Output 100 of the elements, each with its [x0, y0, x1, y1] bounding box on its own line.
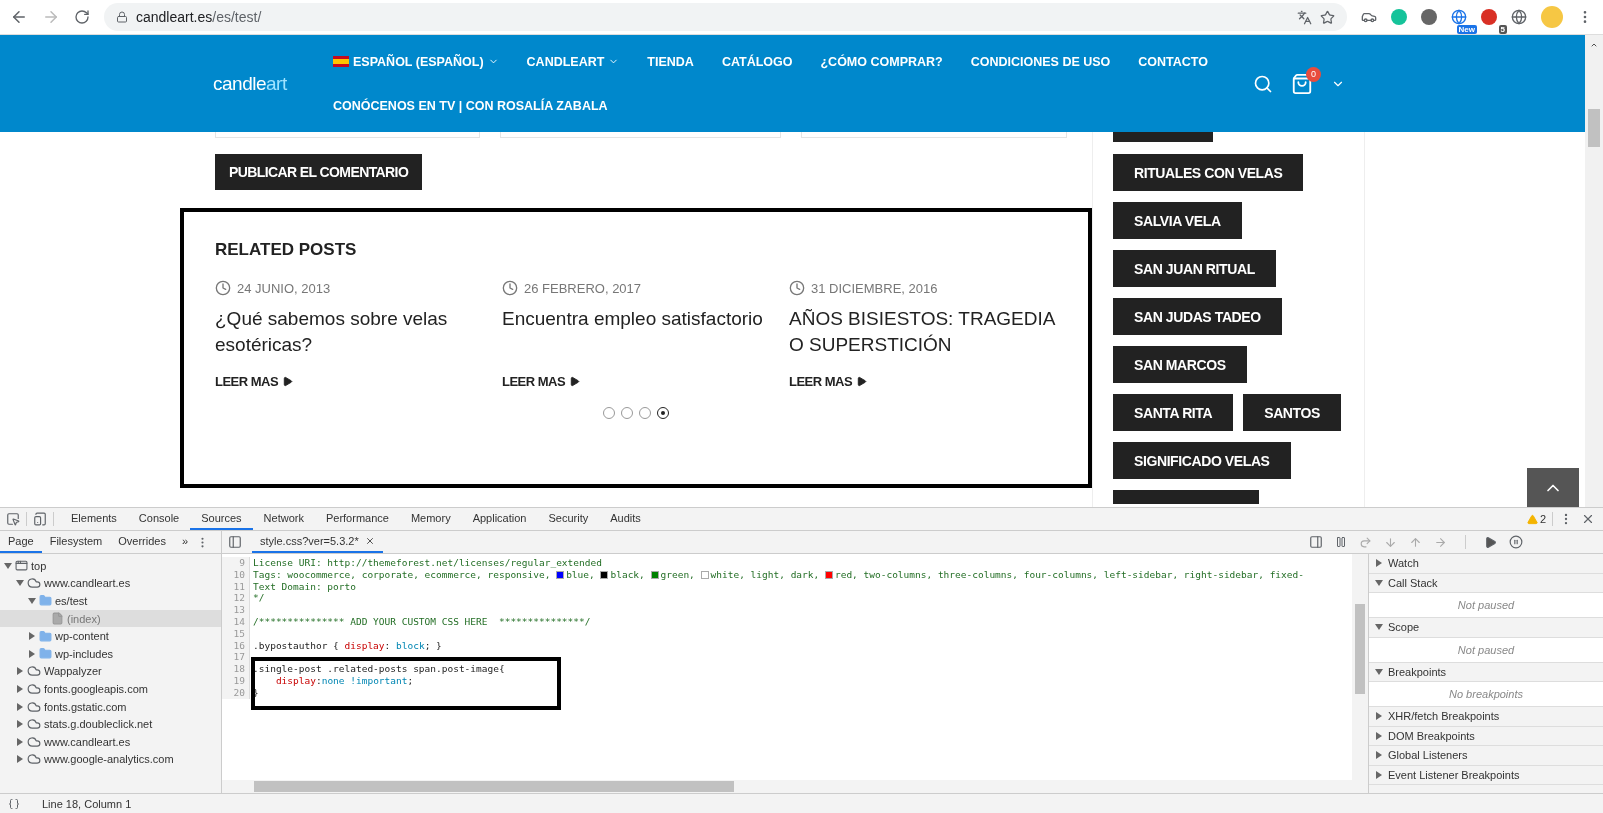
devtools-tab[interactable]: Sources	[190, 508, 253, 530]
tree-item[interactable]: fonts.googleapis.com	[0, 680, 221, 698]
tree-item[interactable]: top	[0, 557, 221, 575]
post-title[interactable]: ¿Qué sabemos sobre velas esotéricas?	[215, 306, 502, 358]
tree-item[interactable]: stats.g.doubleclick.net	[0, 715, 221, 733]
expand-triangle-icon[interactable]	[16, 579, 24, 588]
tree-item[interactable]: es/test	[0, 592, 221, 610]
devtools-tab[interactable]: Memory	[399, 508, 462, 530]
expand-triangle-icon[interactable]	[1375, 559, 1383, 568]
scrollbar-thumb[interactable]	[1588, 109, 1600, 147]
input-field[interactable]	[801, 132, 1067, 138]
globe-icon[interactable]	[1511, 9, 1527, 25]
tag-link[interactable]: SALVIA VELA	[1113, 202, 1242, 239]
star-icon[interactable]	[1320, 9, 1335, 25]
devtools-tab[interactable]: Audits	[599, 508, 652, 530]
expand-triangle-icon[interactable]	[16, 702, 24, 711]
expand-triangle-icon[interactable]	[1375, 731, 1383, 740]
tree-item[interactable]: www.google-analytics.com	[0, 750, 221, 769]
expand-triangle-icon[interactable]	[4, 561, 12, 570]
nav-link[interactable]: CONTACTO	[1138, 54, 1208, 69]
devtools-tab[interactable]: Application	[461, 508, 538, 530]
reload-icon[interactable]	[74, 9, 90, 25]
site-logo[interactable]: candleart	[213, 72, 333, 95]
expand-triangle-icon[interactable]	[1375, 770, 1383, 779]
expand-triangle-icon[interactable]	[16, 737, 24, 746]
expand-triangle-icon[interactable]	[16, 720, 24, 729]
pause-on-exceptions-icon[interactable]	[1509, 535, 1523, 549]
extension-icon[interactable]	[1421, 9, 1437, 25]
horizontal-scrollbar[interactable]	[222, 780, 1352, 793]
devtools-tab[interactable]: Security	[537, 508, 600, 530]
close-icon[interactable]	[1581, 512, 1595, 526]
tree-item[interactable]: (index)	[0, 609, 221, 628]
extension-icon[interactable]	[1451, 9, 1467, 25]
devtools-tab[interactable]: Network	[252, 508, 315, 530]
read-more-link[interactable]: LEER MAS	[502, 374, 789, 389]
tag-link[interactable]: SAN JUAN RITUAL	[1113, 250, 1276, 287]
input-field[interactable]	[215, 132, 480, 138]
expand-triangle-icon[interactable]	[1375, 578, 1383, 587]
expand-triangle-icon[interactable]	[16, 755, 24, 764]
read-more-link[interactable]: LEER MAS	[789, 374, 1069, 389]
tag-link[interactable]: SAN MARCOS	[1113, 346, 1247, 383]
scrollbar-thumb[interactable]	[1355, 604, 1365, 694]
clock-icon	[789, 280, 805, 296]
back-icon[interactable]	[10, 8, 28, 26]
nav-link[interactable]: CANDLEART	[526, 54, 620, 69]
expand-triangle-icon[interactable]	[28, 632, 36, 641]
tree-item[interactable]: wp-includes	[0, 644, 221, 663]
tree-item[interactable]: Wappalyzer	[0, 662, 221, 681]
nav-link[interactable]: CONDICIONES DE USO	[970, 54, 1111, 69]
tree-item[interactable]: www.candleart.es	[0, 574, 221, 593]
nav-link[interactable]: CONÓCENOS EN TV | CON ROSALÍA ZABALA	[333, 98, 608, 113]
sidebar-toggle-icon[interactable]	[1309, 535, 1323, 549]
expand-triangle-icon[interactable]	[1375, 751, 1383, 760]
tag-link[interactable]: RITUALES CON VELAS	[1113, 154, 1304, 191]
tree-item[interactable]: wp-content	[0, 627, 221, 645]
navigator-tab[interactable]: Overrides	[110, 531, 174, 553]
device-toolbar-icon[interactable]	[33, 512, 47, 526]
navigator-tab[interactable]: Page	[0, 531, 42, 553]
tag-link[interactable]: SANTOS	[1243, 394, 1341, 431]
address-bar[interactable]: candleart.es/es/test/	[104, 3, 1347, 31]
sidebar-toggle-icon[interactable]	[228, 535, 242, 549]
translate-icon[interactable]	[1297, 9, 1312, 25]
search-icon[interactable]	[1253, 73, 1273, 94]
pretty-print-icon[interactable]	[8, 798, 20, 810]
submit-comment-button[interactable]: PUBLICAR EL COMENTARIO	[215, 154, 423, 190]
expand-triangle-icon[interactable]	[28, 597, 36, 605]
tag-link[interactable]: SIGNIFICADO VELAS	[1113, 442, 1291, 479]
tag-link[interactable]: SAN JUDAS TADEO	[1113, 298, 1282, 335]
deactivate-breakpoints-icon[interactable]	[1484, 535, 1497, 549]
expand-triangle-icon[interactable]	[16, 667, 24, 676]
warning-count[interactable]: 2	[1526, 513, 1546, 525]
expand-triangle-icon[interactable]	[1375, 667, 1383, 676]
expand-triangle-icon[interactable]	[1375, 712, 1383, 721]
page-scrollbar[interactable]	[1585, 35, 1603, 507]
extension-icon[interactable]	[1481, 9, 1497, 25]
tree-item[interactable]: fonts.gstatic.com	[0, 697, 221, 716]
more-tabs-button[interactable]: »	[173, 531, 197, 553]
devtools-tab[interactable]: Performance	[314, 508, 400, 530]
tag-link[interactable]: SANTA RITA	[1113, 394, 1234, 431]
scrollbar-thumb[interactable]	[254, 781, 734, 792]
nav-link[interactable]: CATÁLOGO	[721, 54, 793, 69]
devtools-tab[interactable]: Console	[127, 508, 191, 530]
navigator-tab[interactable]: Filesystem	[41, 531, 111, 553]
nav-link[interactable]: ¿CÓMO COMPRAR?	[820, 54, 943, 69]
read-more-link[interactable]: LEER MAS	[215, 374, 502, 389]
expand-triangle-icon[interactable]	[1375, 623, 1383, 632]
expand-triangle-icon[interactable]	[28, 649, 36, 658]
post-title[interactable]: Encuentra empleo satisfactorio	[502, 306, 789, 358]
scroll-up-icon[interactable]	[1590, 41, 1598, 49]
inspect-icon[interactable]	[6, 512, 20, 526]
expand-triangle-icon[interactable]	[16, 684, 24, 693]
pause-icon[interactable]	[1335, 536, 1347, 548]
nav-link[interactable]: ESPAÑOL (ESPAÑOL)	[333, 54, 499, 69]
close-icon[interactable]	[364, 536, 375, 546]
nav-link[interactable]: TIENDA	[647, 54, 694, 69]
tree-item[interactable]: www.candleart.es	[0, 732, 221, 751]
folder-icon	[39, 647, 52, 661]
input-field[interactable]	[500, 132, 781, 138]
devtools-tab[interactable]: Elements	[60, 508, 128, 530]
post-title[interactable]: AÑOS BISIESTOS: TRAGEDIA O SUPERSTICIÓN	[789, 306, 1069, 358]
